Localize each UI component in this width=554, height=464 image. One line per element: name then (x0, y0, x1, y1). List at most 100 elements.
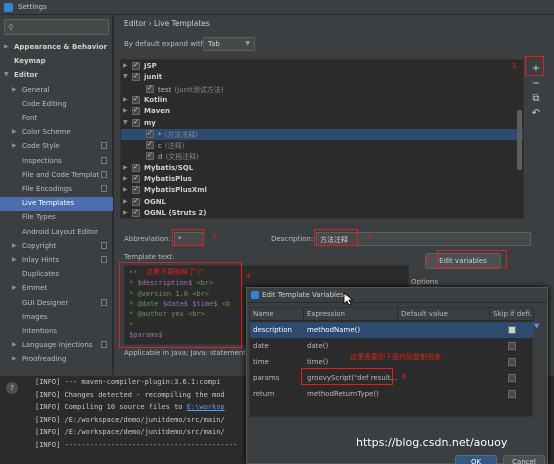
sidebar-item-language-injections[interactable]: ▶ Language Injections (0, 339, 113, 353)
chevron-down-icon[interactable]: ▼ (534, 322, 539, 330)
sidebar-item-label: GUI Designer (22, 298, 69, 307)
template-checkbox[interactable] (146, 151, 154, 161)
sidebar-item-keymap[interactable]: Keymap (0, 55, 113, 69)
template-name: MybatisPlus (144, 175, 192, 183)
skip-if-defined-checkbox[interactable] (508, 326, 516, 334)
template-checkbox[interactable] (132, 106, 140, 116)
template-checkbox[interactable] (132, 95, 140, 104)
sidebar-item-android-layout-editor[interactable]: Android Layout Editor (0, 226, 113, 240)
template-tree-row[interactable]: d(文档注释) (121, 151, 523, 162)
sidebar-item-file-types[interactable]: File Types (0, 211, 113, 225)
template-checkbox[interactable] (132, 208, 140, 217)
template-checkbox[interactable] (132, 197, 140, 206)
template-checkbox[interactable] (132, 72, 140, 82)
template-tree-row[interactable]: *(方法注释) (121, 128, 523, 140)
help-button[interactable]: ? (6, 382, 18, 394)
sidebar-item-inlay-hints[interactable]: ▶ Inlay Hints (0, 254, 113, 268)
sidebar-item-label: Color Scheme (22, 128, 71, 137)
sidebar-item-color-scheme[interactable]: ▶ Color Scheme (0, 126, 113, 140)
chevron-right-icon: ▶ (12, 355, 17, 363)
skip-if-defined-checkbox[interactable] (508, 374, 516, 382)
column-header[interactable]: Default value (398, 308, 490, 321)
template-tree-row[interactable]: ▶ MybatisPlusXml (121, 185, 523, 196)
cancel-button[interactable]: Cancel (503, 455, 545, 464)
template-tree-row[interactable]: ▶ JSP (121, 61, 523, 72)
template-checkbox[interactable] (132, 185, 140, 195)
chevron-right-icon: ▶ (12, 341, 17, 349)
chevron-right-icon: ▶ (12, 85, 17, 93)
sidebar-item-intentions[interactable]: Intentions (0, 325, 113, 339)
variables-table[interactable]: Name Expression Default value Skip if defi.… (249, 307, 534, 417)
sidebar-item-label: Android Layout Editor (22, 227, 99, 236)
variable-expression[interactable]: methodName() (304, 322, 398, 338)
chevron-right-icon: ▶ (123, 175, 128, 182)
annotation-box-abbreviation (172, 229, 204, 246)
remove-icon[interactable]: − (529, 77, 543, 91)
template-name: Maven (144, 107, 170, 115)
skip-if-defined-checkbox[interactable] (508, 342, 516, 350)
template-checkbox[interactable] (132, 163, 140, 172)
template-checkbox[interactable] (132, 61, 140, 70)
template-checkbox[interactable] (132, 118, 140, 127)
sidebar-item-editor[interactable]: ▼ Editor (0, 69, 113, 83)
sidebar-item-code-editing[interactable]: Code Editing (0, 98, 113, 112)
variable-name: description (253, 326, 292, 334)
undo-icon[interactable]: ↶ (529, 107, 543, 121)
template-tree-row[interactable]: test(junit测试方法) (121, 84, 523, 95)
copy-icon[interactable]: ⧉ (529, 92, 543, 106)
sidebar-item-images[interactable]: Images (0, 311, 113, 325)
expand-with-select[interactable]: Tab ▼ (203, 37, 255, 51)
sidebar-item-appearance-behavior[interactable]: ▶ Appearance & Behavior (0, 41, 113, 55)
variable-default[interactable] (398, 322, 490, 338)
sidebar-item-font[interactable]: Font (0, 112, 113, 126)
sidebar-item-proofreading[interactable]: ▶ Proofreading (0, 353, 113, 367)
template-label: junit (144, 73, 163, 82)
variable-expression[interactable]: methodReturnType() (304, 386, 398, 402)
copy-icon (101, 241, 107, 249)
template-label: test (158, 85, 172, 94)
sidebar-item-copyright[interactable]: ▶ Copyright (0, 240, 113, 254)
template-label: c (158, 142, 162, 151)
sidebar-item-gui-designer[interactable]: GUI Designer (0, 297, 113, 311)
variable-row[interactable]: return methodReturnType() (250, 386, 534, 402)
settings-search-input[interactable]: ⚲ (4, 19, 109, 35)
template-checkbox[interactable] (132, 174, 140, 183)
console-link[interactable]: E:\worksp (187, 403, 225, 411)
variable-default[interactable] (398, 370, 490, 386)
sidebar-item-label: Code Editing (22, 99, 67, 108)
template-tree-row[interactable]: ▶ OGNL (121, 197, 523, 208)
template-tree-row[interactable]: c(注释) (121, 140, 523, 151)
column-header[interactable]: Expression (304, 308, 398, 321)
chevron-right-icon: ▶ (123, 95, 128, 103)
sidebar-item-file-encodings[interactable]: File Encodings (0, 183, 113, 197)
sidebar-item-live-templates[interactable]: Live Templates (0, 197, 113, 212)
template-tree-row[interactable]: ▼ my (121, 118, 523, 129)
template-tree-row[interactable]: ▶ Mybatis/SQL (121, 163, 523, 174)
template-tree-row[interactable]: ▶ Kotlin (121, 95, 523, 106)
sidebar-item-file-and-code-templat[interactable]: File and Code Templat (0, 169, 113, 183)
sidebar-item-code-style[interactable]: ▶ Code Style (0, 140, 113, 154)
template-tree-row[interactable]: ▶ MybatisPlus (121, 174, 523, 185)
skip-if-defined-checkbox[interactable] (508, 358, 516, 366)
sidebar-item-inspections[interactable]: Inspections (0, 155, 113, 169)
template-tree-row[interactable]: ▶ Maven (121, 106, 523, 117)
variable-default[interactable] (398, 386, 490, 402)
sidebar-item-emmet[interactable]: ▶ Emmet (0, 282, 113, 296)
ok-button[interactable]: OK (455, 455, 497, 464)
sidebar-item-duplicates[interactable]: Duplicates (0, 268, 113, 282)
template-checkbox[interactable] (146, 84, 154, 93)
tree-scrollbar[interactable] (517, 110, 522, 170)
template-checkbox[interactable] (146, 129, 154, 138)
sidebar-item-general[interactable]: ▶ General (0, 84, 113, 98)
skip-if-defined-checkbox[interactable] (508, 390, 516, 398)
column-header[interactable]: Name (250, 308, 304, 321)
variable-row[interactable]: description methodName() (250, 322, 534, 338)
template-tree-row[interactable]: ▼ junit (121, 72, 523, 83)
chevron-right-icon: ▶ (12, 256, 17, 263)
column-header[interactable]: Skip if defi... (490, 308, 534, 321)
templates-tree[interactable]: ▶ JSP ▼ junit test(junit测试方法) ▶ Kotlin ▶ Maven ▼ m… (120, 59, 524, 219)
template-checkbox[interactable] (146, 140, 154, 150)
template-tree-row[interactable]: ▶ OGNL (Struts 2) (121, 208, 523, 218)
dialog-title: Edit Template Variables (262, 291, 344, 299)
template-label: MybatisPlus (144, 175, 192, 183)
